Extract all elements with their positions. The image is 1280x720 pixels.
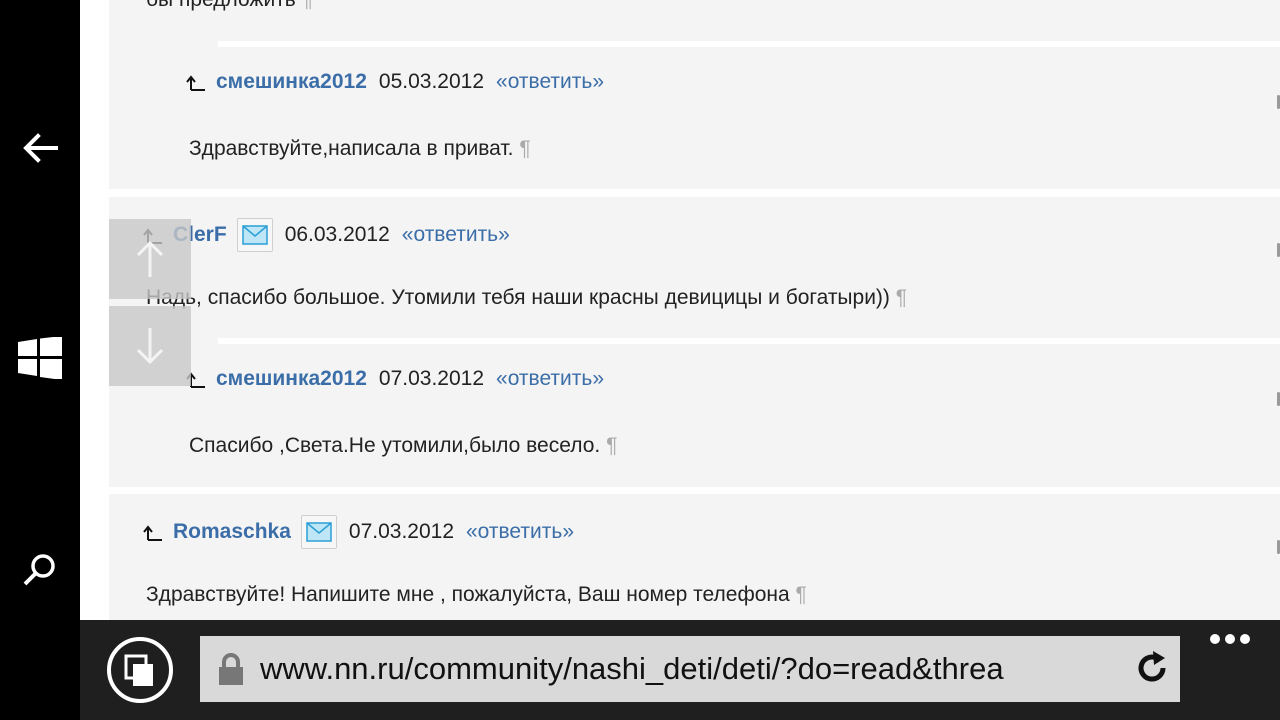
comment-date: 07.03.2012 [378, 367, 485, 390]
back-button[interactable] [0, 120, 80, 176]
send-message-button[interactable] [300, 515, 337, 549]
reply-divider [218, 41, 1280, 47]
comment-header: ClerF 06.03.2012 «ответить» [143, 218, 510, 252]
more-dots-icon [1210, 634, 1220, 644]
arrow-up-icon [136, 240, 164, 277]
comment-header: Romaschka 07.03.2012 «ответить» [143, 515, 574, 549]
comment-text: Здравствуйте,написала в приват. ¶ [189, 137, 531, 160]
windows-logo-icon [18, 337, 62, 379]
lock-icon [219, 653, 243, 685]
reply-link[interactable]: «ответить» [466, 520, 574, 544]
comment-header: смешинка2012 07.03.2012 «ответить» [186, 367, 604, 391]
arrow-down-icon [136, 328, 164, 365]
tabs-icon [107, 637, 173, 703]
author-link[interactable]: смешинка2012 [216, 367, 367, 391]
windows-start-button[interactable] [0, 330, 80, 386]
comment-date: 07.03.2012 [348, 520, 454, 543]
reply-arrow-icon [186, 75, 205, 91]
browser-address-bar: www.nn.ru/community/nashi_deti/deti/?do=… [80, 620, 1280, 720]
comment-text: Спасибо ,Света.Не утомили,было весело. ¶ [189, 434, 618, 457]
more-options-button[interactable] [1210, 634, 1250, 648]
reply-link[interactable]: «ответить» [496, 367, 604, 391]
more-dots-icon [1240, 634, 1250, 644]
reply-arrow-icon [143, 525, 162, 541]
reload-icon[interactable] [1134, 650, 1170, 686]
mail-icon [306, 522, 332, 542]
reply-link[interactable]: «ответить» [402, 223, 510, 247]
comment-header: смешинка2012 05.03.2012 «ответить» [186, 70, 604, 94]
system-navigation-bar [0, 0, 80, 720]
back-arrow-icon [23, 133, 58, 163]
url-field[interactable]: www.nn.ru/community/nashi_deti/deti/?do=… [200, 636, 1180, 702]
comment-text: Надь, спасибо большое. Утомили тебя наши… [146, 286, 908, 309]
author-link[interactable]: Romaschka [173, 520, 291, 544]
author-link[interactable]: смешинка2012 [216, 70, 367, 94]
search-button[interactable] [0, 545, 80, 595]
comment-text: Здравствуйте! Напишите мне , пожалуйста,… [146, 583, 807, 606]
scroll-up-button[interactable] [109, 219, 191, 299]
url-text[interactable]: www.nn.ru/community/nashi_deti/deti/?do=… [260, 651, 1122, 687]
reply-link[interactable]: «ответить» [496, 70, 604, 94]
search-icon [23, 554, 55, 586]
comment-date: 06.03.2012 [284, 223, 390, 246]
mail-icon [241, 225, 268, 245]
send-message-button[interactable] [236, 218, 273, 252]
partial-comment-text: бы предложить ¶ [146, 0, 313, 12]
tabs-button[interactable] [106, 636, 174, 704]
comment-date: 05.03.2012 [378, 70, 485, 93]
scroll-down-button[interactable] [109, 306, 191, 386]
more-dots-icon [1225, 634, 1235, 644]
web-page-viewport[interactable]: бы предложить ¶ смешинка2012 05.03.2012 … [80, 0, 1280, 620]
reply-divider [218, 338, 1280, 344]
